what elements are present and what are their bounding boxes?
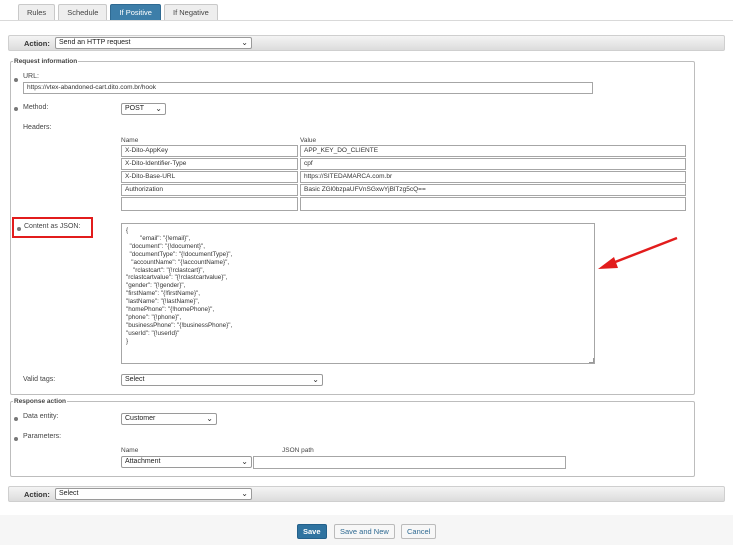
method-label: Method: <box>23 104 49 111</box>
response-legend: Response action <box>14 398 67 405</box>
method-select[interactable]: POST ⌄ <box>121 103 166 115</box>
chevron-down-icon: ⌄ <box>241 489 248 498</box>
headers-col-name: Name <box>121 137 139 144</box>
header-name-input[interactable]: X-Dito-Identifier-Type <box>121 158 298 170</box>
param-name-select-value: Attachment <box>125 458 161 465</box>
cancel-button[interactable]: Cancel <box>401 524 437 539</box>
header-name-input[interactable]: Authorization <box>121 184 298 196</box>
arrow-annotation <box>598 236 678 269</box>
header-value-input[interactable]: https://SITEDAMARCA.com.br <box>300 171 686 183</box>
save-button[interactable]: Save <box>297 524 327 539</box>
valid-tags-select[interactable]: Select ⌄ <box>121 374 323 386</box>
chevron-down-icon: ⌄ <box>241 38 248 47</box>
action-select-value: Select <box>59 490 79 497</box>
header-value-input[interactable]: APP_KEY_DO_CLIENTE <box>300 145 686 157</box>
action-select[interactable]: Send an HTTP request ⌄ <box>55 37 252 49</box>
header-name-input[interactable] <box>121 197 298 211</box>
params-col-path: JSON path <box>282 447 314 454</box>
content-json-textarea[interactable]: { "email": "{!email}", "document": "{!do… <box>121 223 595 364</box>
chevron-down-icon: ⌄ <box>206 414 213 423</box>
header-value-input[interactable]: Basic ZGl0bzpaUFVnSGxwYjBlTzg5cQ== <box>300 184 686 196</box>
params-col-name: Name <box>121 447 139 454</box>
parameters-label: Parameters: <box>23 433 62 440</box>
headers-col-value: Value <box>300 137 317 144</box>
action-select-value: Send an HTTP request <box>59 39 131 46</box>
chevron-down-icon: ⌄ <box>312 375 319 384</box>
tab-rules[interactable]: Rules <box>18 4 56 21</box>
bullet-icon <box>14 437 18 441</box>
arrow-line <box>609 236 678 266</box>
request-legend: Request information <box>14 58 78 65</box>
param-json-path-input[interactable] <box>253 456 566 469</box>
data-entity-label: Data entity: <box>23 413 59 420</box>
bullet-icon <box>14 78 18 82</box>
method-select-value: POST <box>125 105 145 112</box>
param-name-select[interactable]: Attachment ⌄ <box>121 456 252 468</box>
chevron-down-icon: ⌄ <box>241 457 248 466</box>
data-entity-select-value: Customer <box>125 415 156 422</box>
header-name-input[interactable]: X-Dito-Base-URL <box>121 171 298 183</box>
resize-handle-icon[interactable] <box>589 358 594 363</box>
data-entity-select[interactable]: Customer ⌄ <box>121 413 217 425</box>
tab-divider <box>0 20 733 21</box>
arrow-head-icon <box>598 257 618 269</box>
action-label: Action: <box>24 39 50 48</box>
action-bar-top: Action: Send an HTTP request ⌄ <box>8 35 725 51</box>
header-name-input[interactable]: X-Dito-AppKey <box>121 145 298 157</box>
tab-schedule[interactable]: Schedule <box>58 4 108 21</box>
tab-bar: Rules Schedule If Positive If Negative <box>18 4 218 21</box>
bullet-icon <box>14 417 18 421</box>
chevron-down-icon: ⌄ <box>155 104 162 113</box>
tab-if-positive[interactable]: If Positive <box>110 4 161 21</box>
header-value-input[interactable]: cpf <box>300 158 686 170</box>
valid-tags-label: Valid tags: <box>23 376 56 383</box>
bullet-icon <box>14 107 18 111</box>
valid-tags-select-value: Select <box>125 376 145 383</box>
save-and-new-button[interactable]: Save and New <box>334 524 395 539</box>
header-value-input[interactable] <box>300 197 686 211</box>
url-label: URL: <box>23 73 39 80</box>
highlight-box <box>12 217 93 238</box>
headers-label: Headers: <box>23 124 52 131</box>
action-select[interactable]: Select ⌄ <box>55 488 252 500</box>
action-label: Action: <box>24 490 50 499</box>
url-input[interactable]: https://vtex-abandoned-cart.dito.com.br/… <box>23 82 593 94</box>
action-bar-bottom: Action: Select ⌄ <box>8 486 725 502</box>
tab-if-negative[interactable]: If Negative <box>163 4 218 21</box>
